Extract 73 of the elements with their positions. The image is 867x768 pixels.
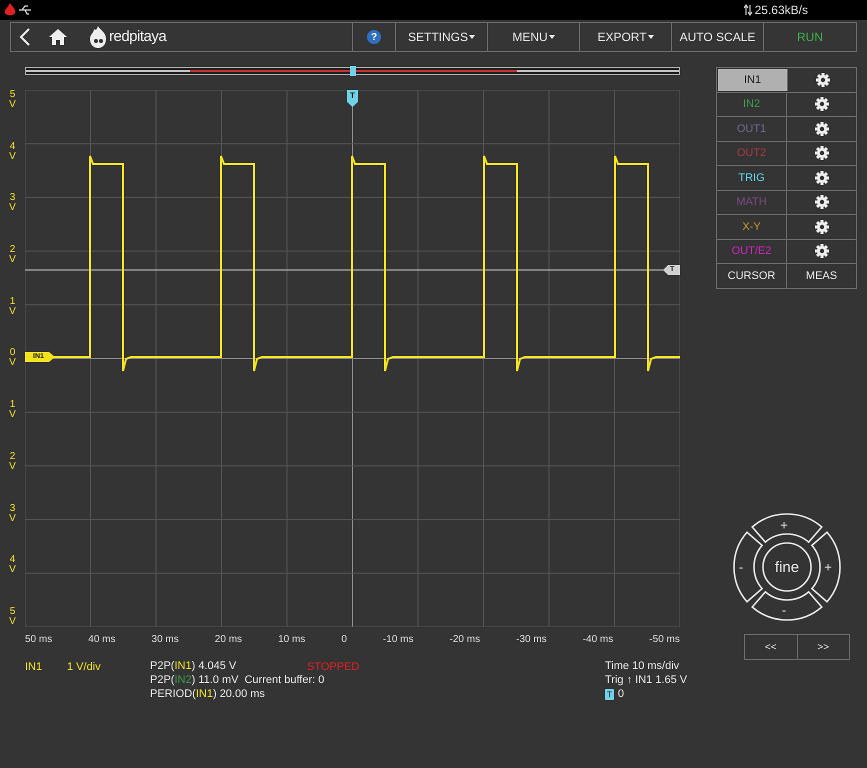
channel-name: IN1 (25, 660, 44, 675)
up-button[interactable]: + (750, 513, 822, 543)
x-axis-label: 40 ms (88, 633, 116, 647)
x-axis-label: 20 ms (214, 633, 242, 647)
timeline-position-marker[interactable] (350, 66, 356, 76)
acquisition-state: STOPPED (307, 661, 360, 673)
x-axis-label: -50 ms (649, 633, 680, 647)
trigger-marker[interactable]: T (347, 90, 358, 107)
settings-icon (814, 244, 828, 258)
home-icon[interactable] (49, 29, 67, 45)
toolbar-button[interactable]: MENU (487, 23, 579, 51)
trigger-badge: T (605, 688, 614, 700)
settings-icon (814, 170, 828, 185)
settings-icon (816, 72, 830, 87)
channel-button[interactable]: IN2 (717, 92, 787, 116)
y-axis-label: 0 V (9, 348, 16, 368)
x-axis-label: 10 ms (278, 633, 306, 647)
left-button[interactable]: - (732, 531, 762, 603)
channel-button[interactable]: IN1 (718, 69, 788, 90)
measurement-text: P2P(IN2) 11.0 mV (150, 673, 238, 687)
channel-button[interactable]: X-Y (717, 215, 787, 238)
step-button[interactable]: << (745, 635, 798, 659)
tool-button[interactable]: CURSOR (717, 264, 787, 288)
settings-icon (814, 122, 828, 136)
help-button[interactable]: ? (352, 23, 395, 51)
x-axis-label: -10 ms (382, 633, 414, 647)
x-axis-label: -40 ms (582, 633, 614, 647)
settings-icon (814, 220, 828, 234)
y-axis-label: 3 V (9, 193, 16, 214)
y-axis-label: 2 V (9, 245, 16, 266)
y-axis-label: 4 V (9, 142, 16, 162)
caret-icon (648, 35, 654, 39)
toolbar-button[interactable]: RUN (763, 23, 856, 51)
tool-button[interactable]: MEAS (787, 264, 856, 288)
logo-icon (89, 26, 107, 48)
x-axis-label: -20 ms (450, 633, 480, 647)
y-axis-label: 5 V (9, 606, 16, 627)
toolbar-button[interactable]: AUTO SCALE (671, 23, 763, 51)
measurement-text: PERIOD(IN1) 20.00 ms (150, 687, 265, 701)
x-axis-label: -30 ms (516, 633, 547, 647)
settings-icon (814, 146, 828, 160)
settings-icon (814, 195, 828, 210)
channel-button[interactable]: TRIG (717, 166, 787, 190)
down-button[interactable]: - (750, 591, 822, 621)
step-button[interactable]: >> (798, 635, 849, 659)
trigger-offset-text: 0 (618, 687, 624, 701)
time-scale-text: Time 10 ms/div (605, 659, 680, 673)
y-axis-label: 5 V (9, 90, 16, 110)
y-axis-label: 3 V (9, 504, 16, 524)
toolbar-button[interactable]: SETTINGS (395, 23, 487, 51)
trigger-info-text: Trig ↑ IN1 1.65 V (605, 673, 688, 687)
x-axis-label: 50 ms (25, 633, 52, 647)
x-axis-label: 0 (341, 633, 347, 647)
caret-icon (469, 35, 475, 39)
buffer-timeline[interactable] (25, 67, 680, 75)
usb-icon (18, 4, 32, 16)
y-axis-label: 1 V (9, 400, 16, 420)
right-button[interactable]: + (810, 531, 840, 603)
fine-button[interactable]: fine (762, 542, 812, 592)
logo-text: redpitaya (109, 26, 166, 47)
data-rate: 25.63kB/s (754, 2, 808, 19)
volts-per-division: 1 V/div (67, 660, 102, 675)
y-axis-label: 1 V (9, 296, 16, 317)
toolbar-button[interactable]: EXPORT (579, 23, 671, 51)
measurement-text: P2P(IN1) 4.045 V (150, 659, 236, 673)
current-buffer-text: Current buffer: 0 (244, 673, 324, 687)
y-axis-label: 4 V (9, 555, 16, 576)
caret-icon (548, 35, 555, 39)
y-axis-label: 2 V (9, 452, 16, 472)
back-icon[interactable] (19, 28, 31, 46)
settings-icon (814, 97, 828, 112)
x-axis-label: 30 ms (152, 633, 179, 647)
transfer-arrows-icon (744, 4, 752, 16)
